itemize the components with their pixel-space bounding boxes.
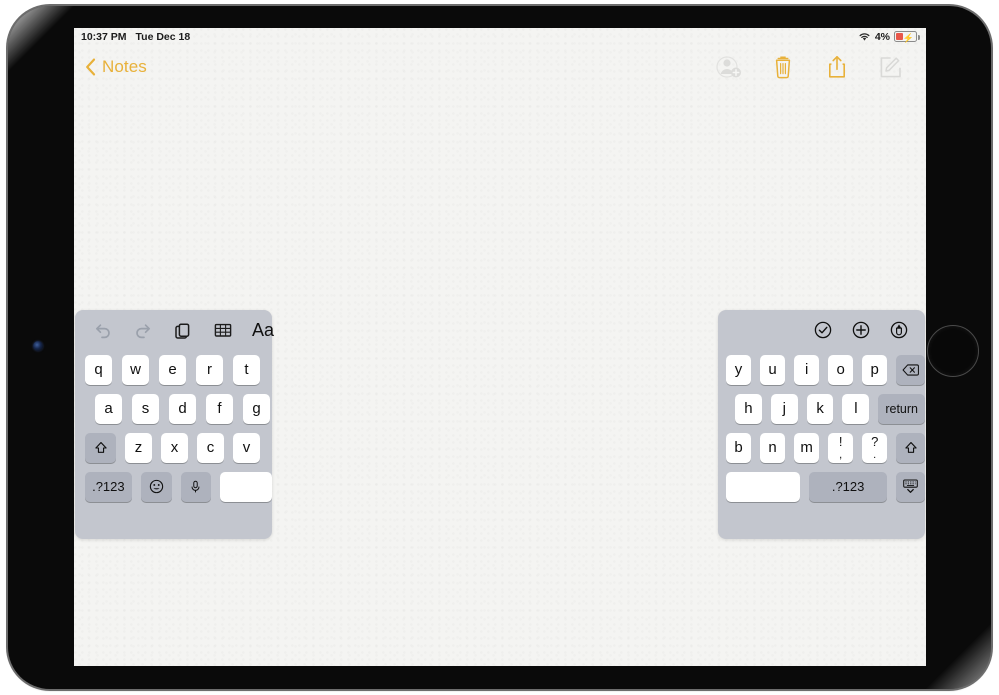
key-l[interactable]: l <box>842 393 870 424</box>
key-w[interactable]: w <box>122 354 149 385</box>
status-bar: 10:37 PM Tue Dec 18 4% ⚡ <box>74 28 926 45</box>
compose-note-button[interactable] <box>878 54 904 80</box>
format-aa-label: Aa <box>252 319 275 340</box>
key-v[interactable]: v <box>233 432 260 463</box>
undo-button[interactable] <box>92 319 114 341</box>
status-time: 10:37 PM <box>81 30 127 43</box>
share-note-button[interactable] <box>824 54 850 80</box>
kb-row-1: q w e r t <box>75 350 272 389</box>
key-c[interactable]: c <box>197 432 224 463</box>
checklist-button[interactable] <box>812 319 834 341</box>
key-u[interactable]: u <box>760 354 786 385</box>
redo-button[interactable] <box>132 319 154 341</box>
wifi-icon <box>858 32 871 42</box>
add-person-button[interactable] <box>716 54 742 80</box>
emoji-key[interactable] <box>140 471 172 502</box>
ipad-device: 10:37 PM Tue Dec 18 4% ⚡ Notes Aa q w e … <box>0 0 999 695</box>
key-j[interactable]: j <box>770 393 798 424</box>
key-question-label: ? <box>871 433 879 449</box>
key-comma-label: , <box>839 448 843 461</box>
key-g[interactable]: g <box>243 393 270 424</box>
left-keyboard-rows: q w e r t a s d f g z x c v .?123 <box>75 350 272 539</box>
home-button[interactable] <box>927 325 979 377</box>
key-d[interactable]: d <box>169 393 196 424</box>
status-date: Tue Dec 18 <box>135 30 191 43</box>
status-bar-right: 4% ⚡ <box>858 31 926 43</box>
delete-note-button[interactable] <box>770 54 796 80</box>
split-keyboard-left: Aa q w e r t a s d f g z x c v .?123 <box>75 310 274 539</box>
back-button-label: Notes <box>102 57 147 76</box>
dictation-key[interactable] <box>180 471 212 502</box>
shift-key-right[interactable] <box>896 432 925 463</box>
key-p[interactable]: p <box>862 354 888 385</box>
right-keyboard-rows: y u i o p h j k l return b n m ! , ? . .… <box>718 350 926 539</box>
key-e[interactable]: e <box>159 354 186 385</box>
key-r[interactable]: r <box>196 354 223 385</box>
front-camera <box>33 341 43 351</box>
kb-row-4: .?123 <box>75 467 272 506</box>
key-q[interactable]: q <box>85 354 112 385</box>
numeric-mode-key-left[interactable]: .?123 <box>85 471 132 502</box>
kb-row-2: h j k l return <box>718 389 926 428</box>
key-i[interactable]: i <box>794 354 820 385</box>
key-exclamation-label: ! <box>838 433 843 449</box>
chevron-left-icon <box>85 58 96 76</box>
right-keyboard-toolbar <box>718 310 925 350</box>
key-o[interactable]: o <box>828 354 854 385</box>
left-keyboard-toolbar: Aa <box>75 310 274 350</box>
ipad-screen: 10:37 PM Tue Dec 18 4% ⚡ Notes Aa q w e … <box>74 28 926 666</box>
shift-key[interactable] <box>85 432 116 463</box>
navigation-bar: Notes <box>74 45 926 89</box>
key-b[interactable]: b <box>726 432 752 463</box>
table-button[interactable] <box>212 319 234 341</box>
kb-row-4: .?123 <box>718 467 925 506</box>
key-n[interactable]: n <box>760 432 786 463</box>
split-keyboard-right: y u i o p h j k l return b n m ! , ? . .… <box>718 310 926 539</box>
key-h[interactable]: h <box>735 393 762 424</box>
battery-charging-icon: ⚡ <box>894 31 920 43</box>
backspace-key[interactable] <box>896 354 925 385</box>
key-t[interactable]: t <box>233 354 260 385</box>
kb-row-3: z x c v <box>75 428 272 467</box>
paste-button[interactable] <box>172 319 194 341</box>
battery-percent: 4% <box>874 30 890 43</box>
key-s[interactable]: s <box>132 393 159 424</box>
navigation-actions <box>716 54 926 80</box>
key-m[interactable]: m <box>794 432 820 463</box>
kb-row-1: y u i o p <box>718 350 925 389</box>
key-exclamation-comma[interactable]: ! , <box>828 432 854 463</box>
key-y[interactable]: y <box>726 354 752 385</box>
return-key[interactable]: return <box>878 393 926 424</box>
status-bar-left: 10:37 PM Tue Dec 18 <box>74 31 190 43</box>
hide-keyboard-key[interactable] <box>896 471 925 502</box>
key-period-label: . <box>873 448 877 461</box>
markup-button[interactable] <box>888 319 910 341</box>
format-aa-button[interactable]: Aa <box>252 319 274 341</box>
space-key-right[interactable] <box>726 471 800 502</box>
attachment-button[interactable] <box>850 319 872 341</box>
key-a[interactable]: a <box>95 393 122 424</box>
key-x[interactable]: x <box>161 432 188 463</box>
key-z[interactable]: z <box>125 432 152 463</box>
kb-row-2: a s d f g <box>75 389 272 428</box>
space-key-left[interactable] <box>220 471 272 502</box>
kb-row-3: b n m ! , ? . <box>718 428 925 467</box>
back-to-notes-button[interactable]: Notes <box>74 57 147 77</box>
key-question-period[interactable]: ? . <box>862 432 888 463</box>
key-f[interactable]: f <box>206 393 233 424</box>
key-k[interactable]: k <box>806 393 834 424</box>
numeric-mode-key-right[interactable]: .?123 <box>808 471 888 502</box>
